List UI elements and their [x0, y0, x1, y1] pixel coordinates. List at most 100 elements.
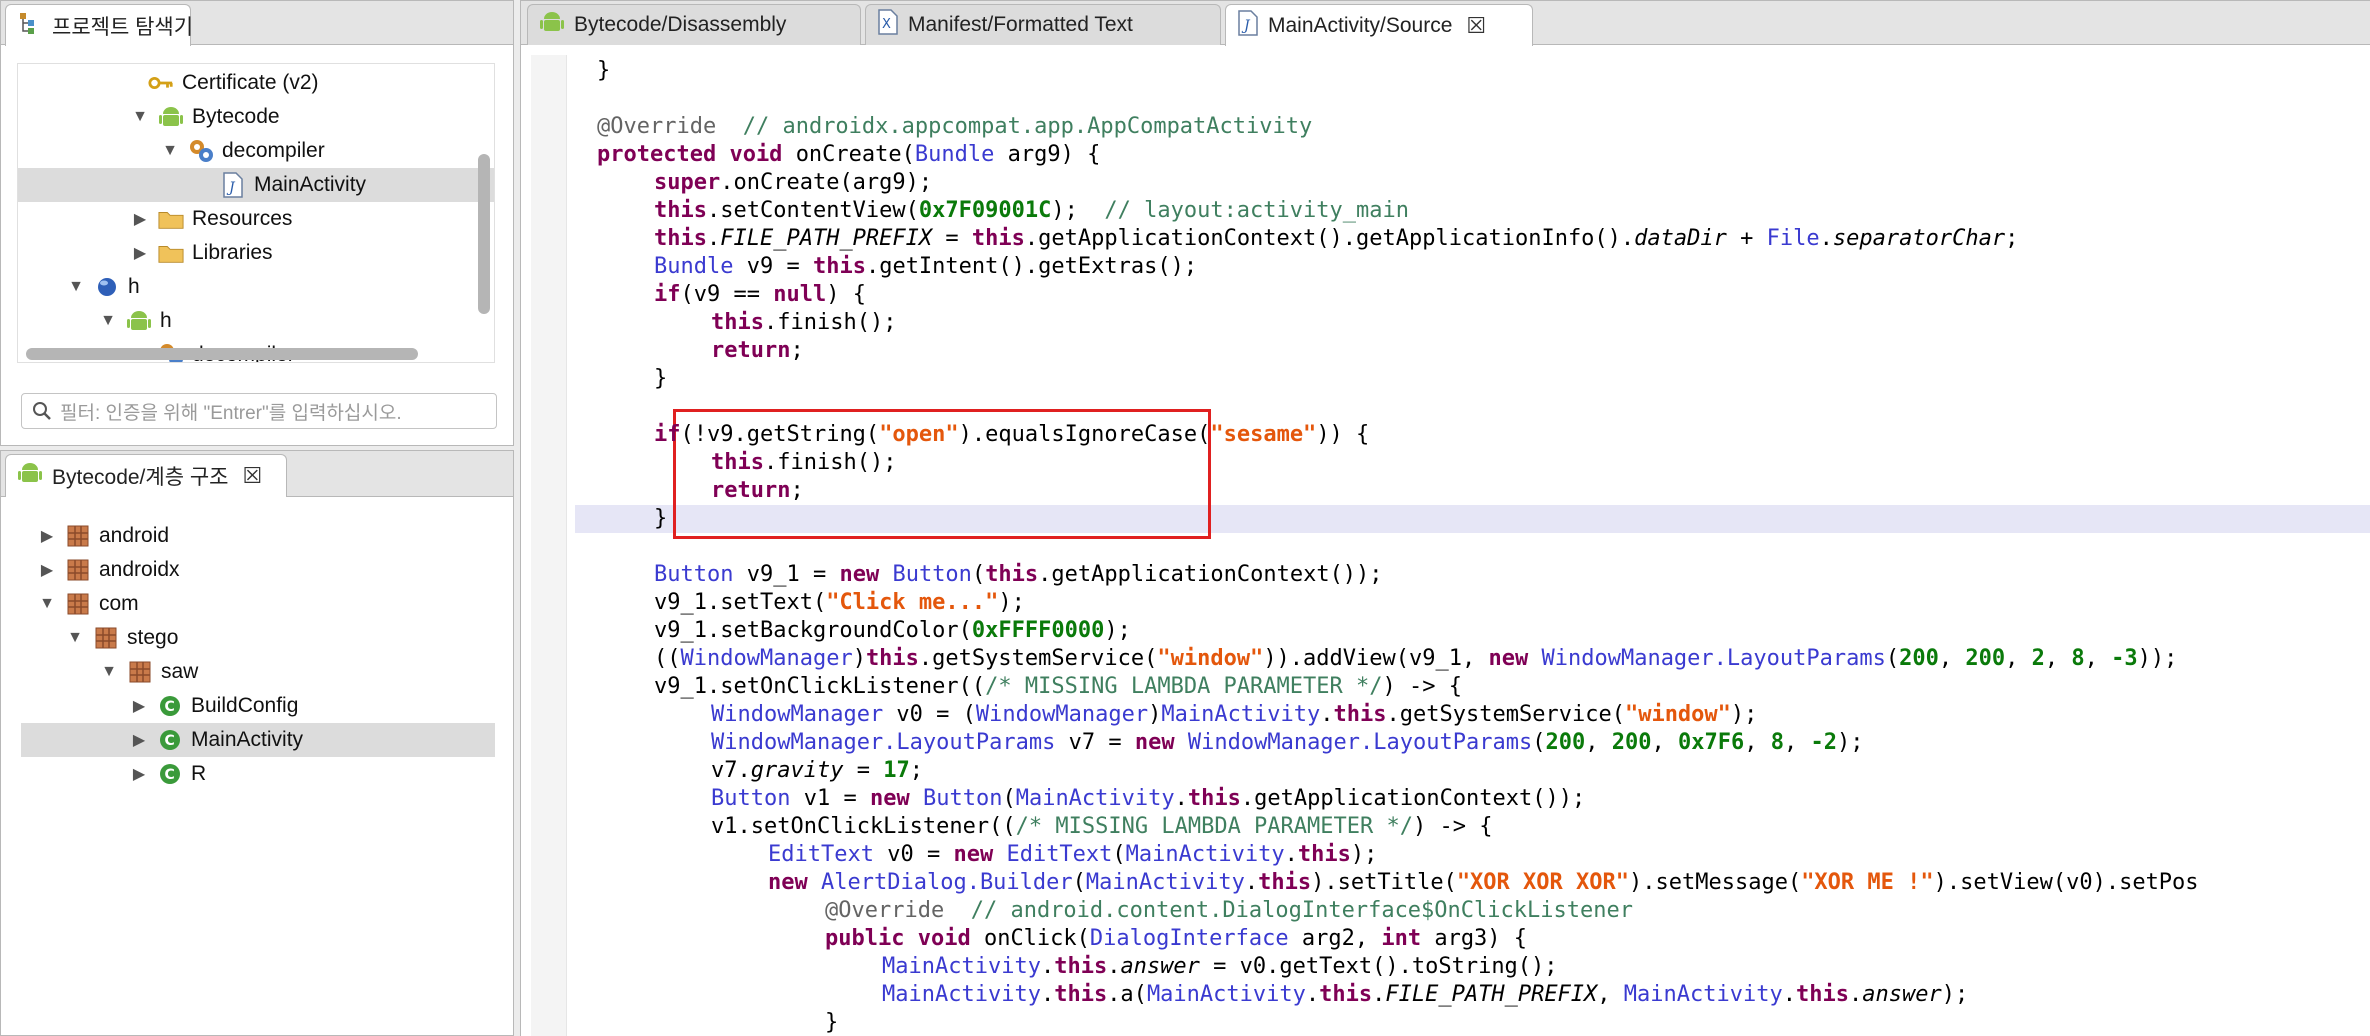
- tree-item-decompiler[interactable]: ▼ decompiler: [160, 134, 325, 168]
- chevron-down-icon[interactable]: ▼: [130, 108, 150, 126]
- tree-item-bytecode[interactable]: ▼ Bytecode: [130, 100, 280, 134]
- project-explorer-tabbar: 프로젝트 탐색기: [1, 1, 513, 46]
- class-mainactivity[interactable]: ▶ C MainActivity: [21, 723, 495, 757]
- tree-item-resources[interactable]: ▶ Resources: [130, 202, 293, 236]
- tree-item-label: Certificate (v2): [182, 71, 319, 94]
- tree-item-label: androidx: [99, 558, 180, 581]
- package-stego[interactable]: ▼ stego: [65, 621, 178, 655]
- svg-text:C: C: [165, 767, 175, 783]
- android-icon: [126, 308, 152, 334]
- chevron-right-icon[interactable]: ▶: [129, 764, 149, 784]
- chevron-right-icon[interactable]: ▶: [37, 526, 57, 546]
- close-icon[interactable]: ☒: [243, 463, 263, 489]
- chevron-down-icon[interactable]: ▼: [37, 595, 57, 613]
- search-icon: [32, 401, 52, 421]
- project-sphere-icon: [94, 274, 120, 300]
- code-line: }: [597, 58, 611, 83]
- code-line: return;: [711, 338, 804, 363]
- code-line: v7.gravity = 17;: [711, 758, 923, 783]
- tree-item-label: com: [99, 592, 139, 615]
- code-line: super.onCreate(arg9);: [654, 170, 933, 195]
- svg-text:C: C: [165, 733, 175, 749]
- tree-item-label: decompiler: [222, 139, 325, 162]
- svg-text:X: X: [882, 17, 891, 32]
- decompiler-gears-icon: [188, 138, 214, 164]
- code-line: @Override // android.content.DialogInter…: [825, 898, 1633, 923]
- project-tree-icon: [18, 11, 42, 41]
- project-tree: Certificate (v2) ▼ Bytecode ▼ decompiler…: [17, 63, 495, 363]
- code-line: v9_1.setText("Click me...");: [654, 590, 1025, 615]
- folder-icon: [158, 240, 184, 266]
- filter-field[interactable]: 필터: 인증을 위해 "Entrer"를 입력하십시오.: [21, 393, 497, 429]
- class-icon: C: [157, 727, 183, 753]
- java-file-icon: J: [1238, 9, 1258, 42]
- code-line: WindowManager.LayoutParams v7 = new Wind…: [711, 730, 1864, 755]
- package-saw[interactable]: ▼ saw: [99, 655, 198, 689]
- chevron-down-icon[interactable]: ▼: [160, 142, 180, 160]
- vertical-scrollbar[interactable]: [478, 154, 490, 314]
- code-line: this.finish();: [711, 310, 897, 335]
- code-line: WindowManager v0 = (WindowManager)MainAc…: [711, 702, 1758, 727]
- code-line: }: [654, 366, 668, 391]
- package-androidx[interactable]: ▶ androidx: [37, 553, 180, 587]
- tree-item-label: BuildConfig: [191, 694, 299, 717]
- chevron-right-icon[interactable]: ▶: [130, 243, 150, 263]
- code-line: MainActivity.this.answer = v0.getText().…: [882, 954, 1558, 979]
- chevron-down-icon[interactable]: ▼: [98, 312, 118, 330]
- tree-item-label: Libraries: [192, 241, 273, 264]
- code-line: if(!v9.getString("open").equalsIgnoreCas…: [654, 422, 1370, 447]
- tree-item-label: android: [99, 524, 170, 547]
- tab-manifest-formatted-text[interactable]: X Manifest/Formatted Text: [865, 4, 1221, 45]
- close-icon[interactable]: ☒: [1466, 13, 1486, 39]
- package-android[interactable]: ▶ android: [37, 519, 169, 553]
- hierarchy-tabbar: Bytecode/계층 구조 ☒: [1, 451, 513, 497]
- tab-project-explorer[interactable]: 프로젝트 탐색기: [5, 4, 193, 46]
- tree-item-h-apk[interactable]: ▼ h: [98, 304, 172, 338]
- chevron-down-icon[interactable]: ▼: [65, 629, 85, 647]
- tree-item-libraries[interactable]: ▶ Libraries: [130, 236, 273, 270]
- code-line: }: [825, 1010, 839, 1035]
- class-buildconfig[interactable]: ▶ C BuildConfig: [129, 689, 299, 723]
- chevron-right-icon[interactable]: ▶: [37, 560, 57, 580]
- package-icon: [127, 659, 153, 685]
- code-line: v1.setOnClickListener((/* MISSING LAMBDA…: [711, 814, 1493, 839]
- tree-item-label: Resources: [192, 207, 293, 230]
- code-line: this.FILE_PATH_PREFIX = this.getApplicat…: [654, 226, 2019, 251]
- chevron-down-icon[interactable]: ▼: [66, 278, 86, 296]
- xml-file-icon: X: [878, 9, 898, 41]
- chevron-right-icon[interactable]: ▶: [129, 730, 149, 750]
- code-line: new AlertDialog.Builder(MainActivity.thi…: [768, 870, 2199, 895]
- android-icon: [540, 9, 564, 41]
- editor-tabbar: Bytecode/Disassembly X Manifest/Formatte…: [521, 1, 2370, 46]
- tab-mainactivity-source[interactable]: J MainActivity/Source ☒: [1225, 4, 1533, 46]
- tab-hierarchy[interactable]: Bytecode/계층 구조 ☒: [5, 454, 287, 497]
- class-r[interactable]: ▶ C R: [129, 757, 206, 791]
- tree-item-label: stego: [127, 626, 179, 649]
- tab-label: Bytecode/Disassembly: [574, 13, 787, 36]
- tab-bytecode-disassembly[interactable]: Bytecode/Disassembly: [527, 4, 861, 45]
- package-com[interactable]: ▼ com: [37, 587, 139, 621]
- tree-item-label: saw: [161, 660, 199, 683]
- hierarchy-title: Bytecode/계층 구조: [52, 466, 229, 489]
- tree-item-h-project[interactable]: ▼ h: [66, 270, 140, 304]
- tree-item-label: R: [191, 762, 207, 785]
- filter-placeholder: 필터: 인증을 위해 "Entrer"를 입력하십시오.: [60, 402, 402, 424]
- code-line: v9_1.setBackgroundColor(0xFFFF0000);: [654, 618, 1131, 643]
- code-line: }: [654, 506, 668, 531]
- package-icon: [65, 591, 91, 617]
- chevron-down-icon[interactable]: ▼: [99, 663, 119, 681]
- class-icon: C: [157, 693, 183, 719]
- tree-item-label: Bytecode: [192, 105, 280, 128]
- chevron-right-icon[interactable]: ▶: [130, 209, 150, 229]
- horizontal-scrollbar[interactable]: [26, 348, 418, 360]
- source-code: } @Override // androidx.appcompat.app.Ap…: [597, 57, 2370, 1036]
- tree-item-certificate[interactable]: Certificate (v2): [148, 66, 319, 100]
- code-editor[interactable]: } @Override // androidx.appcompat.app.Ap…: [531, 55, 2370, 1036]
- code-line: v9_1.setOnClickListener((/* MISSING LAMB…: [654, 674, 1462, 699]
- code-line: Button v1 = new Button(MainActivity.this…: [711, 786, 1586, 811]
- tab-label: Manifest/Formatted Text: [908, 13, 1133, 36]
- tree-item-mainactivity[interactable]: J MainActivity: [18, 168, 494, 202]
- folder-icon: [158, 206, 184, 232]
- tree-item-label: MainActivity: [191, 728, 304, 751]
- chevron-right-icon[interactable]: ▶: [129, 696, 149, 716]
